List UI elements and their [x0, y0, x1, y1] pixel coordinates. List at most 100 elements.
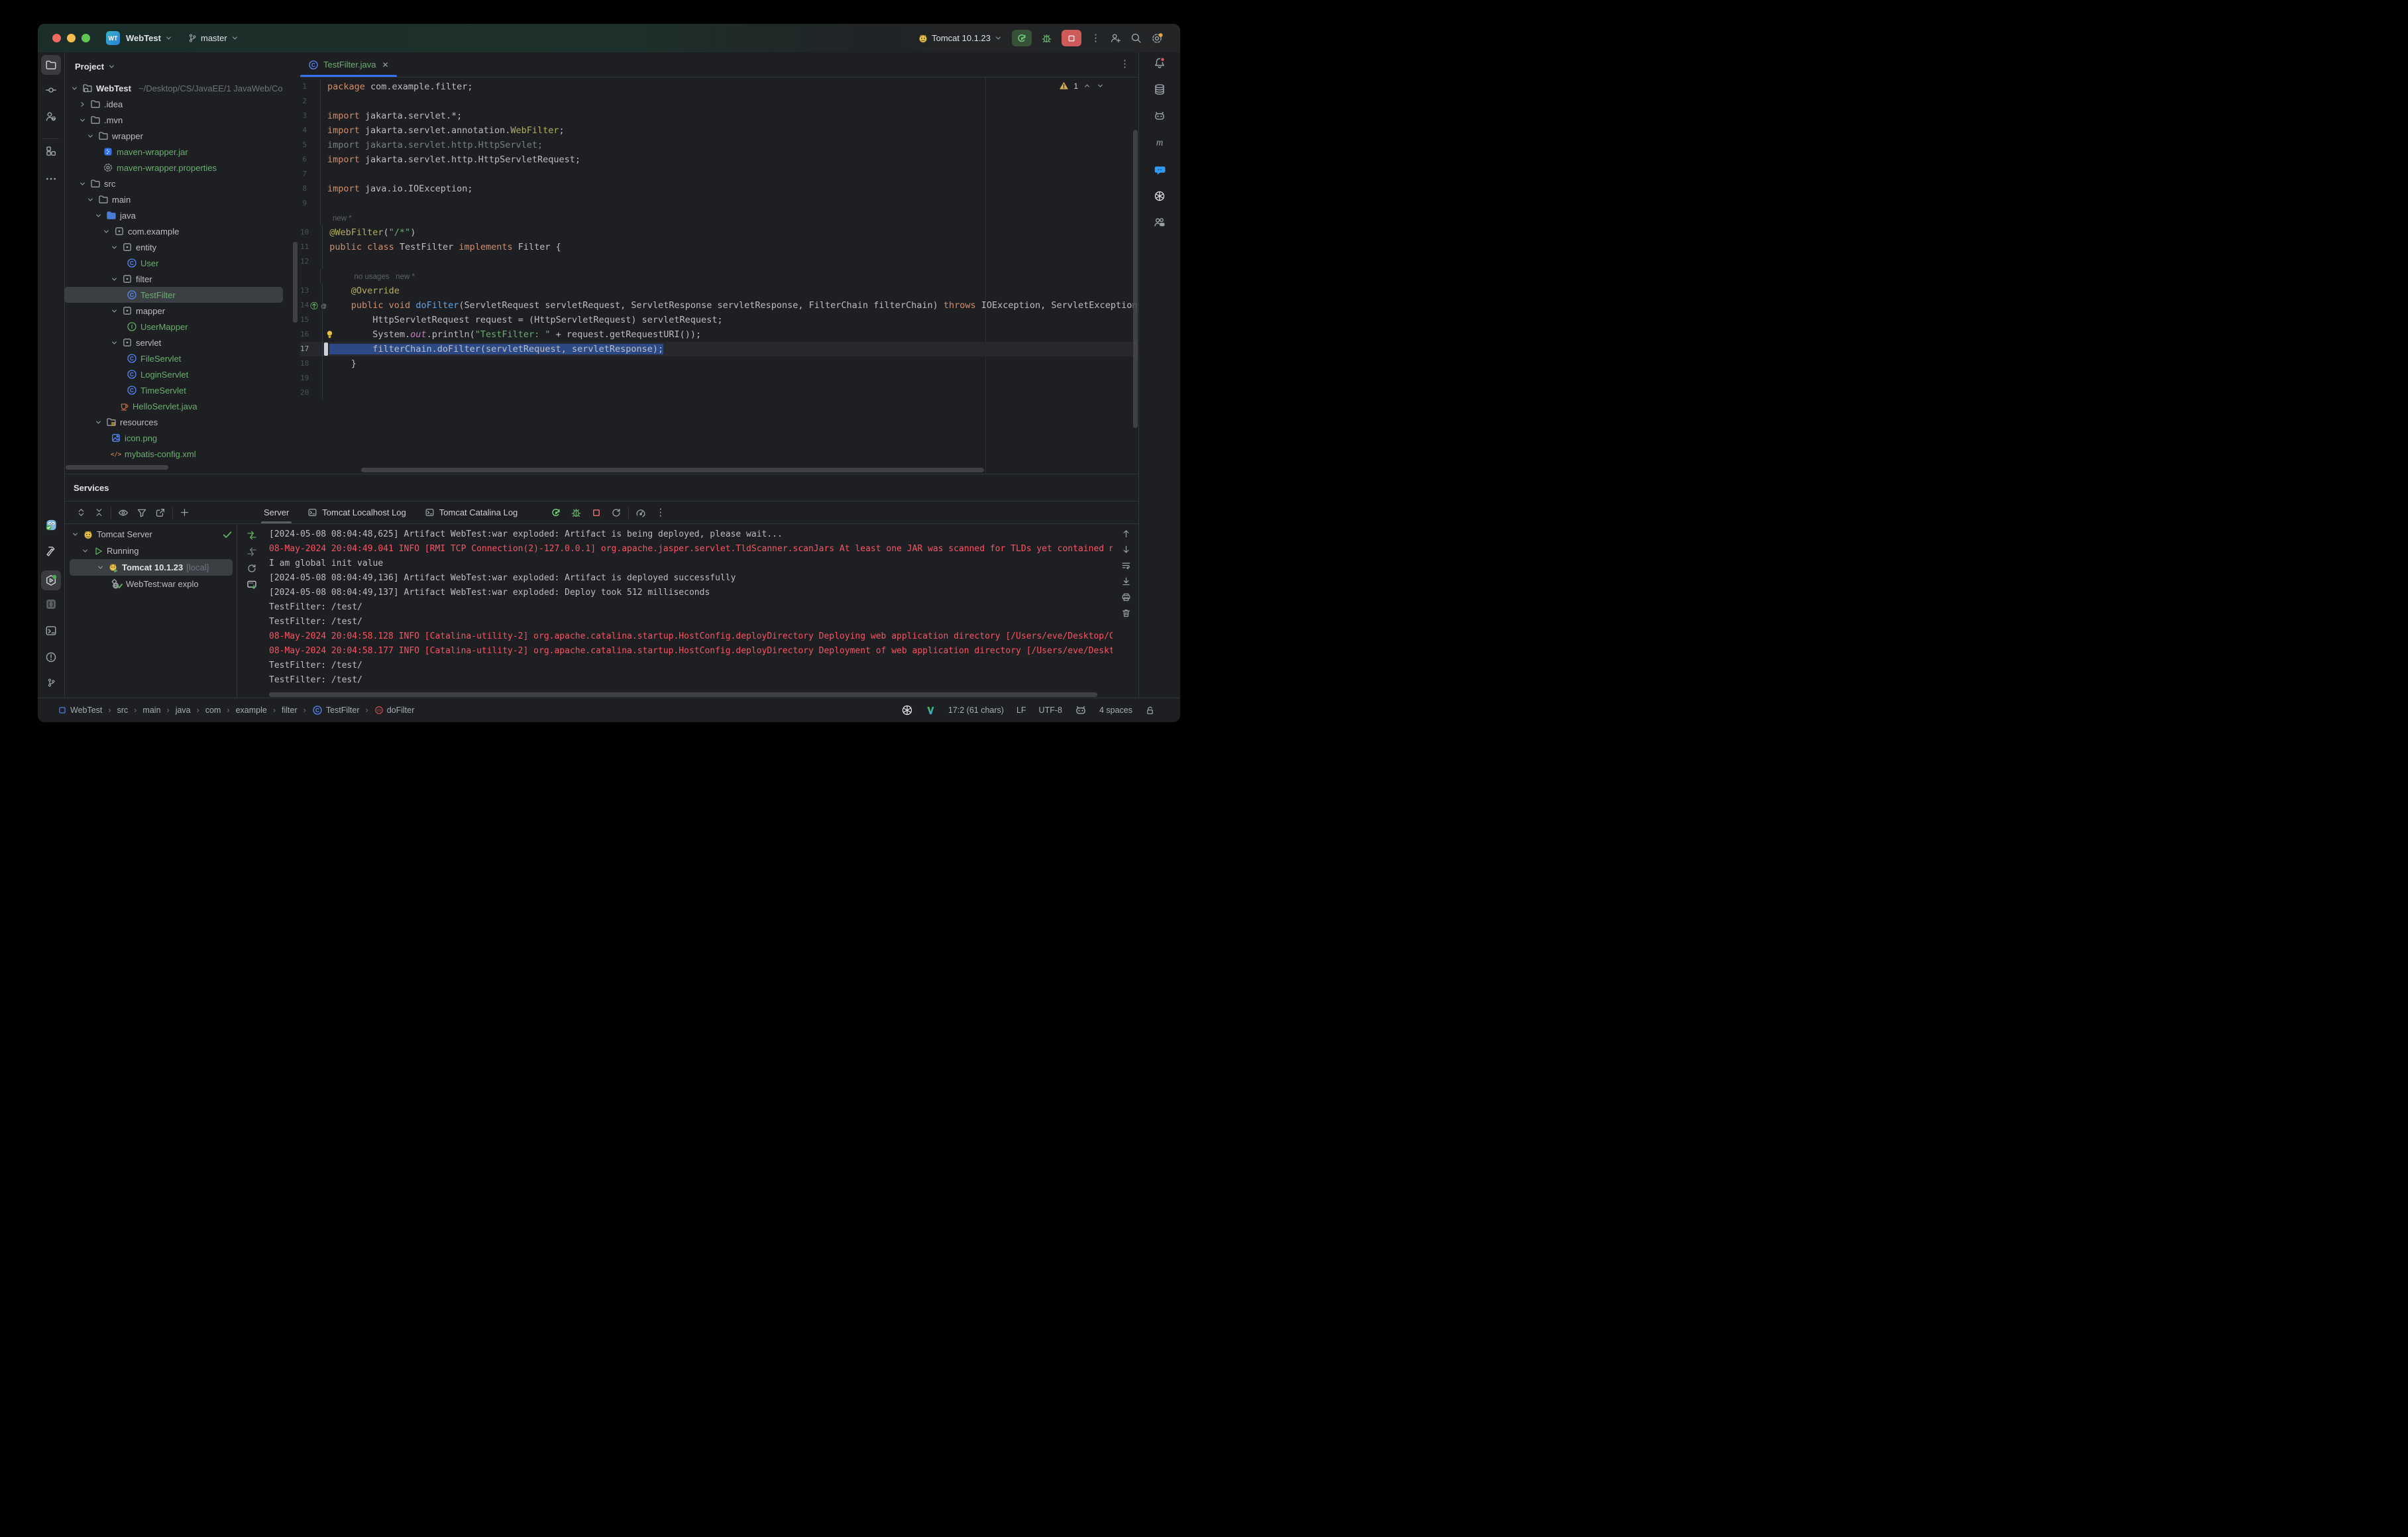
branch-selector[interactable]: master: [188, 33, 239, 43]
terminal-tool-button[interactable]: [38, 625, 64, 637]
scroll-to-end-icon[interactable]: [1121, 576, 1131, 586]
expand-all-icon[interactable]: [76, 507, 86, 517]
run-configuration-selector[interactable]: Tomcat 10.1.23: [918, 33, 1003, 44]
tree-row-loginservlet[interactable]: C LoginServlet: [64, 366, 300, 382]
code-line-11[interactable]: 11 public class TestFilter implements Fil…: [300, 240, 1139, 254]
stop-button[interactable]: [1062, 30, 1081, 46]
tree-row-testfilter[interactable]: C TestFilter: [64, 287, 283, 303]
tree-row-src[interactable]: src: [64, 176, 300, 191]
openai-tool-button[interactable]: [1139, 190, 1180, 202]
code-line-13[interactable]: 13 @Override: [300, 284, 1139, 298]
implements-icon[interactable]: [310, 301, 319, 310]
close-tab-icon[interactable]: ✕: [382, 60, 388, 70]
chevron-expanded-icon[interactable]: [78, 180, 87, 188]
project-tool-button[interactable]: [41, 55, 61, 75]
clear-console-icon[interactable]: [1121, 608, 1131, 618]
project-horizontal-scrollbar[interactable]: [66, 465, 168, 470]
show-options-eye-icon[interactable]: [118, 507, 129, 518]
rerun-button[interactable]: [1012, 30, 1032, 46]
services-panel-title[interactable]: Services: [64, 474, 1139, 501]
scroll-up-icon[interactable]: [1121, 529, 1131, 539]
scroll-down-icon[interactable]: [1121, 545, 1131, 555]
tree-row-maven-wrapper-properties[interactable]: maven-wrapper.properties: [64, 160, 300, 176]
code-line-9[interactable]: 9: [300, 196, 1139, 211]
pull-requests-tool-button[interactable]: ?: [38, 111, 64, 123]
code-line-12[interactable]: 12: [300, 254, 1139, 269]
tab-testfilter-java[interactable]: C TestFilter.java ✕: [300, 52, 397, 77]
chevron-collapsed-icon[interactable]: [78, 100, 87, 109]
add-user-icon[interactable]: [1110, 32, 1121, 44]
tree-row-mybatis-config-xml[interactable]: </> mybatis-config.xml: [64, 446, 300, 462]
chevron-expanded-icon[interactable]: [109, 243, 119, 252]
open-in-new-tab-icon[interactable]: [155, 507, 166, 518]
breadcrumb-item-dofilter[interactable]: m doFilter: [374, 706, 414, 715]
rerun-server-icon[interactable]: [551, 507, 561, 518]
tree-row-maven-wrapper-jar[interactable]: maven-wrapper.jar: [64, 144, 300, 160]
filter-icon[interactable]: [137, 507, 147, 518]
services-row-tomcat-server[interactable]: Tomcat Server: [64, 526, 237, 543]
editor-vertical-scrollbar[interactable]: [1133, 130, 1138, 428]
project-selector[interactable]: WebTest: [126, 33, 173, 43]
services-more-icon[interactable]: ⋮: [655, 507, 665, 517]
code-line-5[interactable]: 5 import jakarta.servlet.http.HttpServlet…: [300, 138, 1139, 152]
undeploy-all-icon[interactable]: [246, 547, 257, 557]
scroll-to-end-box-icon[interactable]: [246, 580, 257, 590]
structure-tool-button[interactable]: [38, 145, 64, 157]
ai-assistant-tool-button[interactable]: [1139, 110, 1180, 122]
breadcrumb-item-filter[interactable]: filter: [282, 706, 298, 715]
code-line-19[interactable]: 19: [300, 371, 1139, 386]
maximize-window-button[interactable]: [82, 34, 90, 42]
breadcrumb-item-testfilter[interactable]: C TestFilter: [312, 705, 360, 716]
editor-options-icon[interactable]: ⋮: [1120, 59, 1130, 69]
refresh-deployment-icon[interactable]: [246, 563, 257, 574]
collapse-all-icon[interactable]: [94, 507, 104, 517]
deploy-all-icon[interactable]: [246, 530, 257, 541]
code-line-4[interactable]: 4 import jakarta.servlet.annotation.WebFi…: [300, 123, 1139, 138]
indent-setting[interactable]: 4 spaces: [1099, 706, 1132, 715]
plugin-mascot-tool-button[interactable]: [38, 519, 64, 531]
chevron-expanded-icon[interactable]: [85, 195, 95, 204]
services-row-running[interactable]: Running: [64, 543, 237, 559]
settings-gear-icon[interactable]: [1151, 32, 1163, 44]
next-problem-icon[interactable]: [1096, 81, 1105, 90]
code-line-2[interactable]: 2: [300, 94, 1139, 109]
maven-tool-button[interactable]: m: [1139, 136, 1180, 148]
tree-row-timeservlet[interactable]: C TimeServlet: [64, 382, 300, 398]
close-window-button[interactable]: [52, 34, 61, 42]
notifications-bell-icon[interactable]: [1139, 57, 1180, 69]
more-actions-icon[interactable]: ⋮: [1091, 33, 1101, 43]
code-line-18[interactable]: 18 }: [300, 356, 1139, 371]
chevron-expanded-icon[interactable]: [81, 547, 89, 555]
services-tool-button[interactable]: [41, 570, 61, 590]
edit-configuration-icon[interactable]: [635, 507, 646, 518]
minimize-window-button[interactable]: [67, 34, 76, 42]
code-line-17[interactable]: 17 filterChain.doFilter(servletRequest, …: [300, 342, 1139, 356]
prev-problem-icon[interactable]: [1083, 81, 1091, 90]
ai-robot-status-icon[interactable]: [1075, 704, 1087, 716]
chevron-expanded-icon[interactable]: [70, 84, 79, 93]
chevron-expanded-icon[interactable]: [96, 563, 105, 572]
editor-horizontal-scrollbar[interactable]: [361, 468, 984, 472]
tree-row--idea[interactable]: .idea: [64, 96, 300, 112]
chevron-expanded-icon[interactable]: [85, 132, 95, 140]
tree-row-entity[interactable]: entity: [64, 239, 300, 255]
services-row-webtest-war-explo[interactable]: WebTest:war explo: [64, 576, 237, 592]
code-line-10[interactable]: 10 @WebFilter("/*"): [300, 225, 1139, 240]
git-tool-button[interactable]: [38, 678, 64, 688]
code-line-8[interactable]: 8 import java.io.IOException;: [300, 182, 1139, 196]
code-line-14[interactable]: 14 @ public void doFilter(ServletRequest …: [300, 298, 1139, 313]
chevron-expanded-icon[interactable]: [109, 275, 119, 284]
chevron-expanded-icon[interactable]: [109, 339, 119, 347]
chat-tool-button[interactable]: [1139, 164, 1180, 176]
breadcrumb-item-src[interactable]: src: [117, 706, 129, 715]
tree-row-java[interactable]: java: [64, 207, 300, 223]
services-tab-tomcat-catalina-log[interactable]: Tomcat Catalina Log: [415, 502, 527, 523]
chevron-expanded-icon[interactable]: [71, 530, 80, 539]
openai-status-icon[interactable]: [901, 704, 913, 716]
breadcrumb-item-main[interactable]: main: [142, 706, 160, 715]
services-row-tomcat-10-1-23[interactable]: Tomcat 10.1.23 [local]: [70, 559, 233, 576]
project-vertical-scrollbar[interactable]: [293, 242, 298, 323]
soft-wrap-icon[interactable]: [1121, 560, 1131, 570]
code-line-16[interactable]: 16 System.out.println("TestFilter: " + r…: [300, 327, 1139, 342]
redeploy-icon[interactable]: [611, 507, 622, 518]
